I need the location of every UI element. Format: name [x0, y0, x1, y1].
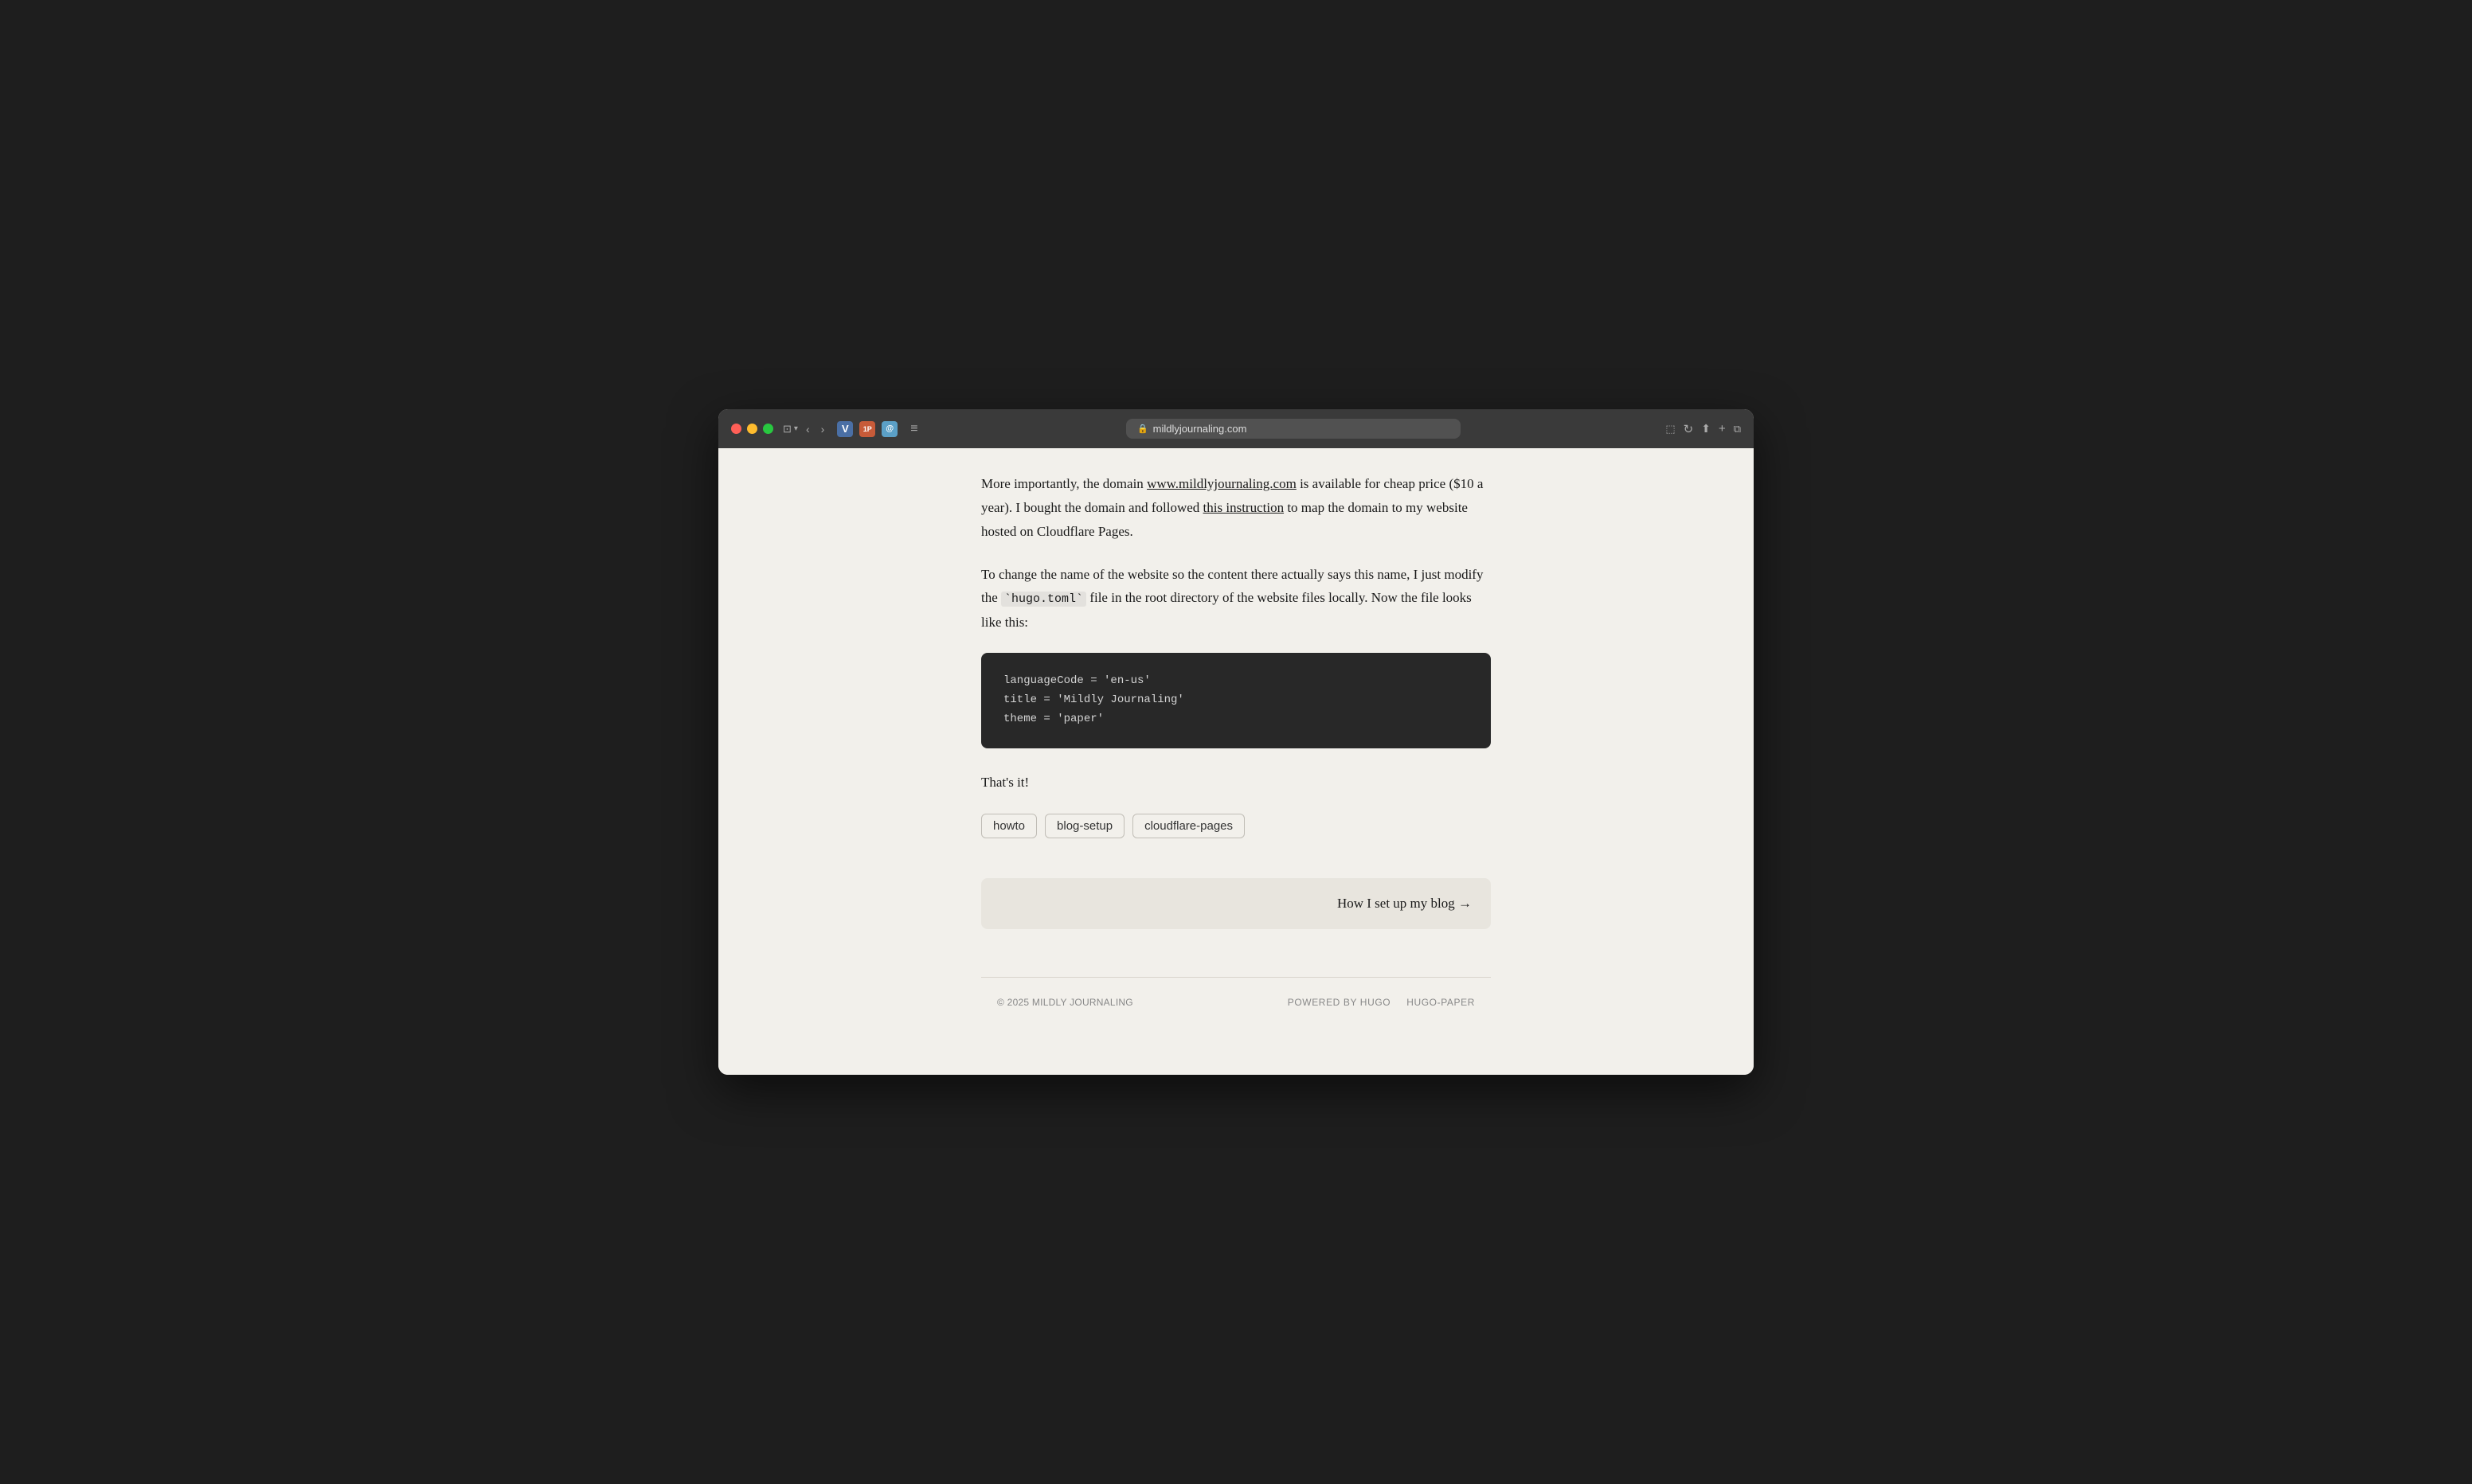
maximize-button[interactable] — [763, 424, 773, 434]
cast-icon[interactable]: ⬚ — [1665, 423, 1675, 435]
sidebar-toggle-button[interactable]: ⊡ ▾ — [783, 423, 798, 435]
tabs-overview-icon[interactable]: ⧉ — [1734, 423, 1741, 435]
code-line-1: languageCode = 'en-us' — [1003, 674, 1151, 687]
address-bar-container: 🔒 mildlyjournaling.com — [931, 419, 1656, 439]
footer-theme-link[interactable]: HUGO-PAPER — [1406, 997, 1475, 1008]
lock-icon: 🔒 — [1137, 424, 1148, 434]
close-button[interactable] — [731, 424, 741, 434]
article-paragraph-2: To change the name of the website so the… — [981, 563, 1491, 635]
at-extension-icon[interactable]: @ — [882, 421, 898, 437]
hugo-toml-code: `hugo.toml` — [1001, 592, 1086, 607]
page-content: More importantly, the domain www.mildlyj… — [718, 448, 1754, 1074]
code-block: languageCode = 'en-us' title = 'Mildly J… — [981, 653, 1491, 748]
tag-blog-setup[interactable]: blog-setup — [1045, 814, 1125, 838]
footer-links: POWERED BY HUGO HUGO-PAPER — [1288, 997, 1475, 1008]
next-post-card[interactable]: How I set up my blog → — [981, 878, 1491, 929]
article-paragraph-3: That's it! — [981, 771, 1491, 795]
chevron-down-icon: ▾ — [794, 424, 798, 433]
address-bar[interactable]: 🔒 mildlyjournaling.com — [1126, 419, 1461, 439]
extension-icons: V 1P @ — [837, 421, 898, 437]
new-tab-icon[interactable]: + — [1719, 422, 1726, 435]
tag-howto[interactable]: howto — [981, 814, 1037, 838]
share-icon[interactable]: ⬆ — [1701, 422, 1711, 435]
instruction-link[interactable]: this instruction — [1203, 500, 1285, 515]
url-text: mildlyjournaling.com — [1153, 423, 1247, 435]
tags-container: howto blog-setup cloudflare-pages — [981, 814, 1491, 838]
minimize-button[interactable] — [747, 424, 757, 434]
footer-copyright: © 2025 MILDLY JOURNALING — [997, 997, 1133, 1008]
code-line-2: title = 'Mildly Journaling' — [1003, 693, 1184, 706]
paragraph1-text-before-link: More importantly, the domain — [981, 476, 1147, 491]
article-paragraph-1: More importantly, the domain www.mildlyj… — [981, 472, 1491, 543]
reader-mode-button[interactable]: ≡ — [907, 420, 921, 438]
browser-toolbar-right: ⬚ ↻ ⬆ + ⧉ — [1665, 422, 1741, 436]
footer: © 2025 MILDLY JOURNALING POWERED BY HUGO… — [981, 977, 1491, 1027]
domain-link[interactable]: www.mildlyjournaling.com — [1147, 476, 1297, 491]
sidebar-icon: ⊡ — [783, 423, 792, 435]
content-wrapper: More importantly, the domain www.mildlyj… — [965, 448, 1507, 1074]
code-content: languageCode = 'en-us' title = 'Mildly J… — [1003, 672, 1469, 728]
footer-powered-by-link[interactable]: POWERED BY HUGO — [1288, 997, 1390, 1008]
browser-controls: ⊡ ▾ ‹ › — [783, 421, 827, 437]
1password-extension-icon[interactable]: 1P — [859, 421, 875, 437]
forward-button[interactable]: › — [818, 421, 828, 437]
vimium-extension-icon[interactable]: V — [837, 421, 853, 437]
reload-icon[interactable]: ↻ — [1684, 422, 1694, 436]
browser-window: ⊡ ▾ ‹ › V 1P @ ≡ 🔒 mildlyjournaling.com … — [718, 409, 1754, 1074]
browser-chrome: ⊡ ▾ ‹ › V 1P @ ≡ 🔒 mildlyjournaling.com … — [718, 409, 1754, 448]
next-post-label: How I set up my blog → — [1337, 896, 1472, 912]
back-button[interactable]: ‹ — [803, 421, 813, 437]
tag-cloudflare-pages[interactable]: cloudflare-pages — [1132, 814, 1245, 838]
traffic-lights — [731, 424, 773, 434]
code-line-3: theme = 'paper' — [1003, 713, 1104, 725]
